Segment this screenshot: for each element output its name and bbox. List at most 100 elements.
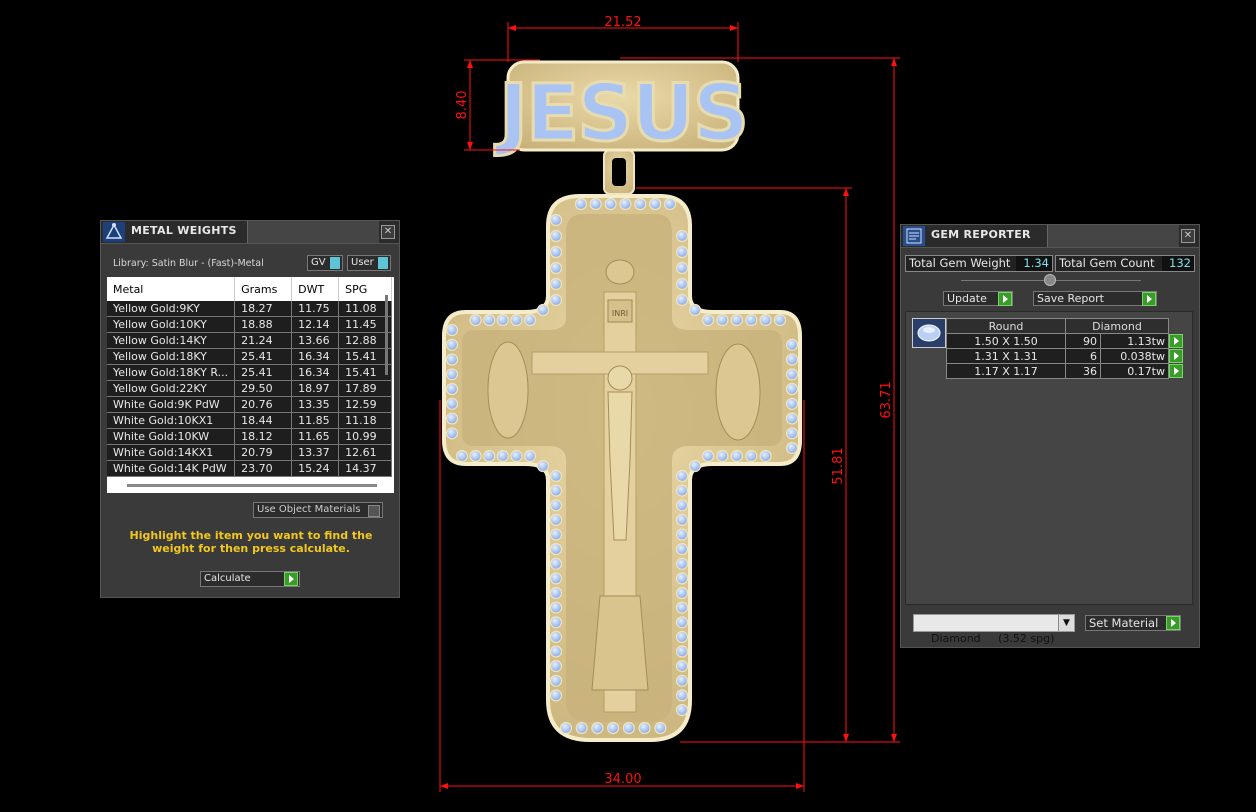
gem-stone — [523, 313, 537, 327]
table-row[interactable]: White Gold:14K PdW 23.70 15.24 14.37 — [107, 460, 393, 477]
gem-stone — [549, 499, 563, 512]
calculate-button[interactable]: Calculate — [200, 571, 300, 587]
save-report-arrow-icon — [1142, 292, 1156, 306]
close-icon[interactable]: ✕ — [1181, 229, 1195, 243]
gem-stone — [675, 703, 689, 717]
calculate-hint: Highlight the item you want to find the … — [129, 529, 373, 555]
gem-stone — [549, 674, 563, 687]
spg-value: 11.18 — [338, 412, 393, 429]
dim-top-height: 8.40 — [455, 91, 470, 120]
gem-stone — [549, 616, 563, 629]
total-gem-count-value: 132 — [1162, 256, 1194, 271]
gem-reporter-titlebar[interactable]: GEM REPORTER ✕ — [901, 225, 1199, 248]
grams-value: 21.24 — [234, 332, 293, 349]
select-gem-arrow-icon[interactable] — [1169, 333, 1183, 348]
gem-stone — [716, 449, 729, 463]
table-row[interactable]: White Gold:10KX1 18.44 11.85 11.18 — [107, 412, 393, 429]
select-gem-arrow-icon[interactable] — [1169, 363, 1183, 378]
spg-value: 15.41 — [338, 364, 393, 381]
library-label: Library: Satin Blur - (Fast)-Metal — [113, 258, 264, 269]
table-row[interactable]: Yellow Gold:18KY 25.41 16.34 15.41 — [107, 348, 393, 365]
table-row[interactable]: Yellow Gold:18KY R... 25.41 16.34 15.41 — [107, 364, 393, 381]
update-button[interactable]: Update — [943, 291, 1013, 306]
gem-stone — [619, 197, 632, 211]
spg-value: 15.41 — [338, 348, 393, 365]
gem-stone — [675, 586, 689, 600]
gem-stone — [549, 277, 563, 291]
table-row[interactable]: 1.31 X 1.31 6 0.038tw — [946, 348, 1192, 364]
gem-stone — [549, 572, 563, 585]
select-gem-arrow-icon[interactable] — [1169, 348, 1183, 363]
gem-count: 90 — [1065, 333, 1101, 349]
gem-stone — [675, 689, 689, 702]
jesus-nameplate: JESUS — [493, 60, 751, 161]
gem-size: 1.17 X 1.17 — [946, 363, 1066, 379]
user-toggle[interactable]: User — [347, 255, 391, 271]
gv-indicator-icon — [330, 257, 340, 269]
dwt-value: 11.65 — [291, 428, 340, 445]
col-material: Diamond — [1065, 318, 1169, 334]
table-row[interactable]: Yellow Gold:10KY 18.88 12.14 11.45 — [107, 316, 393, 333]
gem-stone — [675, 528, 689, 541]
table-row[interactable]: Yellow Gold:14KY 21.24 13.66 12.88 — [107, 332, 393, 349]
metal-weights-titlebar[interactable]: METAL WEIGHTS ✕ — [101, 221, 399, 244]
gem-stone — [773, 313, 787, 327]
dim-cross-height: 51.81 — [831, 447, 846, 484]
horizontal-scrollbar[interactable] — [127, 484, 377, 487]
collapse-handle-icon[interactable] — [1044, 274, 1056, 286]
material-select[interactable]: Diamond (3.52 spg) ▼ — [913, 614, 1075, 645]
dim-cross-width: 34.00 — [604, 772, 641, 787]
gem-weight: 0.17tw — [1100, 363, 1169, 379]
use-object-materials-label: Use Object Materials — [257, 504, 361, 515]
gem-stone — [549, 630, 563, 644]
gem-stone — [574, 197, 588, 211]
gem-report-icon — [903, 226, 925, 246]
col-grams[interactable]: Grams — [234, 277, 293, 301]
round-gem-icon[interactable] — [912, 318, 946, 348]
use-object-materials-checkbox[interactable]: Use Object Materials — [253, 502, 383, 518]
close-icon[interactable]: ✕ — [381, 225, 395, 239]
gem-stone — [675, 245, 689, 259]
gem-stone — [785, 412, 799, 425]
table-row[interactable]: Yellow Gold:22KY 29.50 18.97 17.89 — [107, 380, 393, 397]
gem-stone — [675, 542, 689, 556]
grams-value: 18.44 — [234, 412, 293, 429]
gv-toggle[interactable]: GV — [307, 255, 343, 271]
table-row[interactable]: Yellow Gold:9KY 18.27 11.75 11.08 — [107, 301, 393, 317]
metal-table[interactable]: Metal Grams DWT SPG Yellow Gold:9KY 18.27… — [107, 277, 394, 493]
gem-stone — [445, 368, 459, 381]
metal-name: Yellow Gold:22KY — [107, 380, 236, 397]
table-row[interactable]: White Gold:10KW 18.12 11.65 10.99 — [107, 428, 393, 445]
gem-stone — [745, 449, 758, 463]
metal-name: Yellow Gold:14KY — [107, 332, 236, 349]
table-row[interactable]: White Gold:14KX1 20.79 13.37 12.61 — [107, 444, 393, 461]
gem-table[interactable]: Round Diamond 1.50 X 1.50 90 1.13tw 1.31 X … — [946, 318, 1192, 379]
dwt-value: 13.66 — [291, 332, 340, 349]
gem-list-area[interactable]: Round Diamond 1.50 X 1.50 90 1.13tw 1.31 X … — [905, 311, 1193, 605]
total-gem-weight-value: 1.34 — [1016, 256, 1052, 271]
gem-stone — [675, 659, 689, 673]
col-metal[interactable]: Metal — [107, 277, 236, 301]
gem-stone — [469, 313, 482, 327]
vertical-scrollbar[interactable] — [385, 295, 388, 375]
save-report-button[interactable]: Save Report — [1033, 291, 1157, 306]
grams-value: 20.76 — [234, 396, 293, 413]
table-row[interactable]: White Gold:9K PdW 20.76 13.35 12.59 — [107, 396, 393, 413]
table-row[interactable]: 1.50 X 1.50 90 1.13tw — [946, 333, 1192, 349]
gem-stone — [523, 449, 537, 463]
gem-reporter-panel: GEM REPORTER ✕ Total Gem Weight 1.34 Tot… — [900, 224, 1200, 648]
gem-stone — [591, 721, 604, 735]
chevron-down-icon: ▼ — [1058, 615, 1074, 631]
metal-name: White Gold:9K PdW — [107, 396, 236, 413]
table-row[interactable]: 1.17 X 1.17 36 0.17tw — [946, 363, 1192, 379]
dwt-value: 15.24 — [291, 460, 340, 477]
gem-stone — [675, 645, 689, 658]
col-spg[interactable]: SPG — [338, 277, 393, 301]
gem-stone — [688, 459, 702, 473]
dwt-value: 11.85 — [291, 412, 340, 429]
set-material-button[interactable]: Set Material — [1085, 615, 1181, 631]
gem-stone — [445, 323, 459, 337]
grams-value: 25.41 — [234, 348, 293, 365]
metal-table-header: Metal Grams DWT SPG — [107, 277, 393, 301]
col-dwt[interactable]: DWT — [291, 277, 340, 301]
